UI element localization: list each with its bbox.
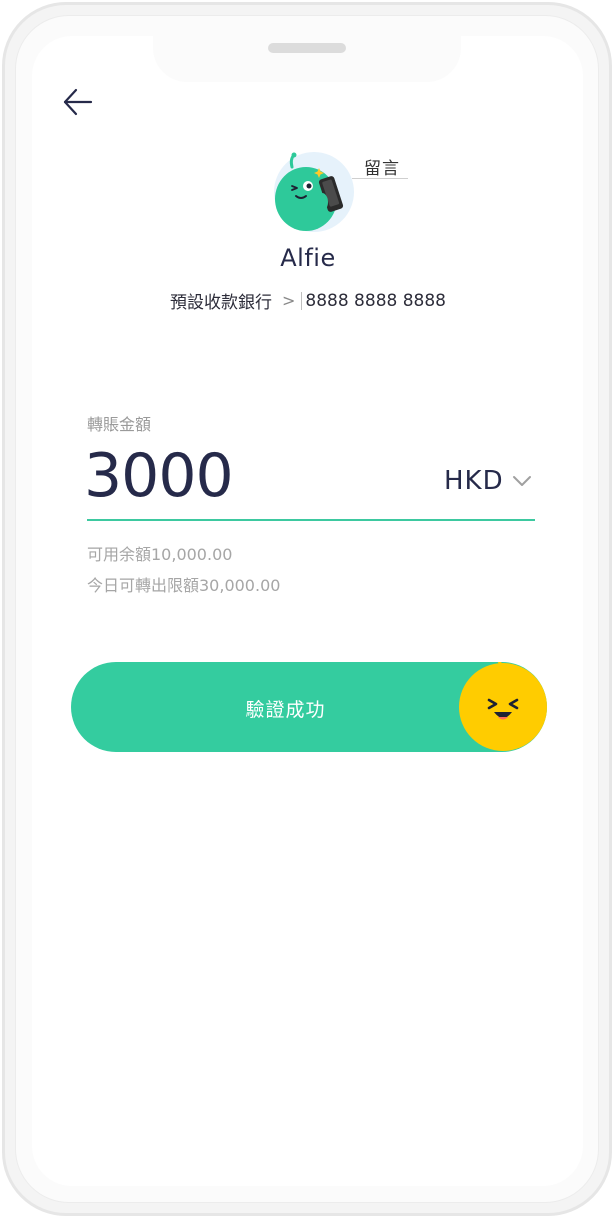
bank-label[interactable]: 預設收款銀行	[170, 288, 272, 313]
smiley-face-icon	[459, 657, 547, 751]
message-link-underline	[352, 178, 408, 179]
chevron-down-icon	[512, 476, 531, 486]
arrow-left-icon	[63, 88, 93, 116]
green-mascot-avatar-icon	[274, 152, 354, 232]
daily-limit: 今日可轉出限額30,000.00	[87, 576, 281, 595]
bank-divider	[301, 291, 303, 310]
amount-label: 轉賬金額	[87, 415, 152, 434]
currency-label: HKD	[444, 466, 504, 496]
message-link[interactable]: 留言	[364, 154, 400, 179]
available-balance: 可用余額10,000.00	[87, 545, 233, 564]
slider-label: 驗證成功	[245, 699, 326, 721]
recipient-name: Alfie	[280, 244, 336, 272]
amount-input[interactable]	[84, 440, 384, 512]
speaker-grille	[268, 43, 346, 53]
back-button[interactable]	[60, 84, 96, 120]
recipient-avatar	[270, 150, 360, 235]
currency-dropdown[interactable]: HKD	[444, 466, 532, 496]
amount-underline	[87, 519, 535, 521]
chevron-right-icon: >	[281, 291, 296, 310]
phone-notch	[153, 26, 461, 82]
slider-thumb[interactable]	[458, 657, 548, 752]
bank-account-row[interactable]: 預設收款銀行 > 8888 8888 8888	[0, 288, 616, 314]
account-number: 8888 8888 8888	[305, 290, 446, 311]
